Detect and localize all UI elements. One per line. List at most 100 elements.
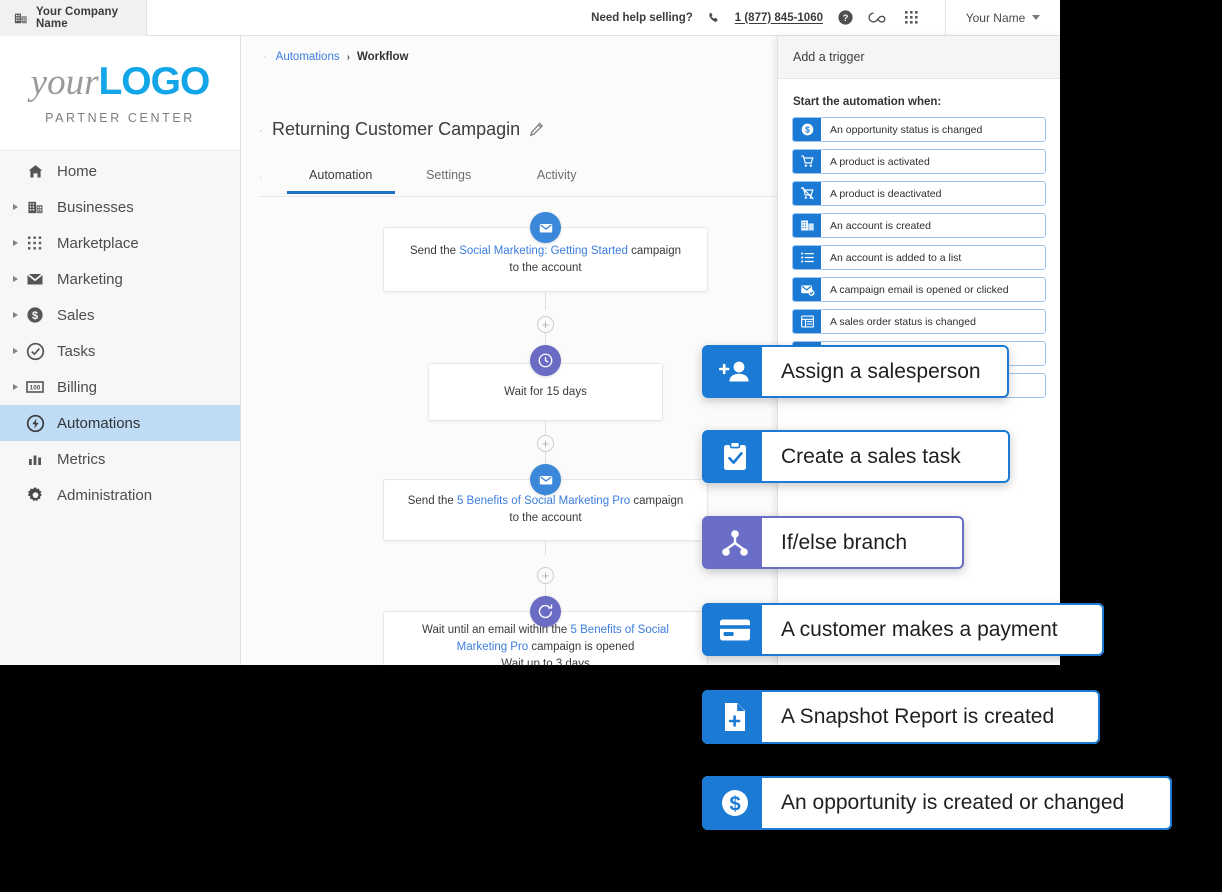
bolt-circle-icon <box>25 413 45 433</box>
svg-text:$: $ <box>729 793 740 815</box>
trigger-item-label: A sales order status is changed <box>830 315 976 328</box>
svg-text:?: ? <box>843 13 849 24</box>
sidebar-item-label: Marketing <box>57 270 123 288</box>
phone-icon <box>707 11 721 25</box>
node-text-before: Wait for 15 days <box>504 385 587 398</box>
history-icon <box>530 596 561 627</box>
list-icon <box>793 246 821 269</box>
breadcrumb-link-automations[interactable]: Automations <box>276 51 340 63</box>
node-text-before: Send the <box>407 495 457 507</box>
sidebar-item-marketplace[interactable]: Marketplace <box>0 225 240 261</box>
table-icon <box>793 310 821 333</box>
trigger-item-product-deactivated[interactable]: A product is deactivated <box>792 181 1046 206</box>
sidebar-item-label: Billing <box>57 378 98 396</box>
person-add-icon <box>702 345 768 398</box>
sidebar-item-label: Sales <box>57 306 95 324</box>
trigger-item-account-added-to-list[interactable]: An account is added to a list <box>792 245 1046 270</box>
trigger-item-label: An account is created <box>830 219 931 232</box>
sidebar-item-businesses[interactable]: Businesses <box>0 189 240 225</box>
sidebar-item-home[interactable]: Home <box>0 153 240 189</box>
logo: yourLOGO PARTNER CENTER <box>0 36 240 151</box>
building-icon <box>793 214 821 237</box>
chevron-down-icon <box>1032 15 1041 20</box>
chevron-right-icon <box>13 312 18 318</box>
chevron-right-icon <box>13 276 18 282</box>
add-trigger-panel-title: Add a trigger <box>778 36 1060 79</box>
plus-circle-icon[interactable]: + <box>537 567 554 584</box>
overlay-card-body: An opportunity is created or changed <box>762 776 1172 830</box>
sidebar-item-metrics[interactable]: Metrics <box>0 441 240 477</box>
overlay-card-if-else-branch[interactable]: If/else branch <box>702 516 964 569</box>
trigger-item-opportunity-status[interactable]: $ An opportunity status is changed <box>792 117 1046 142</box>
sidebar-item-label: Businesses <box>57 198 134 216</box>
trigger-item-label: A campaign email is opened or clicked <box>830 283 1009 296</box>
tab-activity[interactable]: Activity <box>503 168 611 191</box>
tab-automation[interactable]: Automation <box>286 168 395 194</box>
sidebar-item-tasks[interactable]: Tasks <box>0 333 240 369</box>
credit-card-icon <box>702 603 768 656</box>
branch-icon <box>702 516 768 569</box>
overlay-card-body: Assign a salesperson <box>762 345 1009 398</box>
apps-grid-icon[interactable] <box>904 10 919 25</box>
page-title: Returning Customer Campagin <box>272 119 521 139</box>
svg-text:$: $ <box>32 310 38 322</box>
envelope-icon <box>530 464 561 495</box>
file-add-icon <box>702 690 768 744</box>
trigger-item-campaign-email-opened[interactable]: A campaign email is opened or clicked <box>792 277 1046 302</box>
trigger-item-product-activated[interactable]: A product is activated <box>792 149 1046 174</box>
overlay-card-snapshot-report-created[interactable]: A Snapshot Report is created <box>702 690 1100 744</box>
trigger-item-account-created[interactable]: An account is created <box>792 213 1046 238</box>
cart-icon <box>793 150 821 173</box>
page-title-row: · Returning Customer Campagin <box>259 119 544 140</box>
user-menu[interactable]: Your Name <box>945 0 1060 36</box>
sidebar-item-label: Metrics <box>57 450 106 468</box>
building-icon <box>25 197 45 217</box>
sidebar-item-administration[interactable]: Administration <box>0 477 240 513</box>
overlay-card-assign-salesperson[interactable]: Assign a salesperson <box>702 345 1009 398</box>
sidebar-item-sales[interactable]: $ Sales <box>0 297 240 333</box>
plus-circle-icon[interactable]: + <box>537 316 554 333</box>
trigger-item-sales-order-status[interactable]: A sales order status is changed <box>792 309 1046 334</box>
plus-circle-icon[interactable]: + <box>537 435 554 452</box>
page-title-bullet: · <box>259 122 263 137</box>
chevron-right-icon <box>13 384 18 390</box>
help-circle-icon[interactable]: ? <box>837 9 854 26</box>
sidebar-item-billing[interactable]: 100 Billing <box>0 369 240 405</box>
clipboard-check-icon <box>702 430 768 483</box>
building-icon <box>14 11 28 25</box>
overlay-card-body: Create a sales task <box>762 430 1010 483</box>
tabs-bullet: · <box>259 172 263 184</box>
overlay-card-label: Create a sales task <box>781 444 961 468</box>
company-tab-label: Your Company Name <box>36 6 119 30</box>
chevron-right-icon <box>13 348 18 354</box>
trigger-item-label: A product is activated <box>830 155 930 168</box>
sidebar-nav: Home Businesses Marketplace Marketing $ … <box>0 151 240 513</box>
pencil-icon[interactable] <box>529 122 544 137</box>
workflow-connector <box>545 292 546 310</box>
tab-bar: · Automation Settings Activity <box>259 168 799 197</box>
svg-text:$: $ <box>805 125 810 135</box>
dollar-circle-icon: $ <box>793 118 821 141</box>
workflow-node-text: Wait until an email within the 5 Benefit… <box>406 622 685 666</box>
grid-dots-icon <box>25 233 45 253</box>
company-tab[interactable]: Your Company Name <box>0 0 147 36</box>
infinity-icon[interactable] <box>868 10 890 25</box>
svg-text:100: 100 <box>30 385 41 392</box>
sidebar-item-automations[interactable]: Automations <box>0 405 240 441</box>
workflow-node-text: Send the Social Marketing: Getting Start… <box>406 243 685 277</box>
node-text-highlight[interactable]: 5 Benefits of Social Marketing Pro <box>457 495 630 507</box>
overlay-card-label: If/else branch <box>781 530 908 554</box>
overlay-card-body: If/else branch <box>762 516 964 569</box>
envelope-icon <box>530 212 561 243</box>
sidebar-item-marketing[interactable]: Marketing <box>0 261 240 297</box>
overlay-card-customer-makes-payment[interactable]: A customer makes a payment <box>702 603 1104 656</box>
support-phone-link[interactable]: 1 (877) 845-1060 <box>735 12 823 24</box>
node-text-highlight[interactable]: Social Marketing: Getting Started <box>459 245 628 257</box>
chevron-right-icon <box>13 204 18 210</box>
trigger-item-label: An opportunity status is changed <box>830 123 983 136</box>
logo-part1: your <box>30 61 99 103</box>
overlay-card-create-sales-task[interactable]: Create a sales task <box>702 430 1010 483</box>
tab-settings[interactable]: Settings <box>395 168 503 191</box>
overlay-card-opportunity-created-changed[interactable]: $ An opportunity is created or changed <box>702 776 1172 830</box>
